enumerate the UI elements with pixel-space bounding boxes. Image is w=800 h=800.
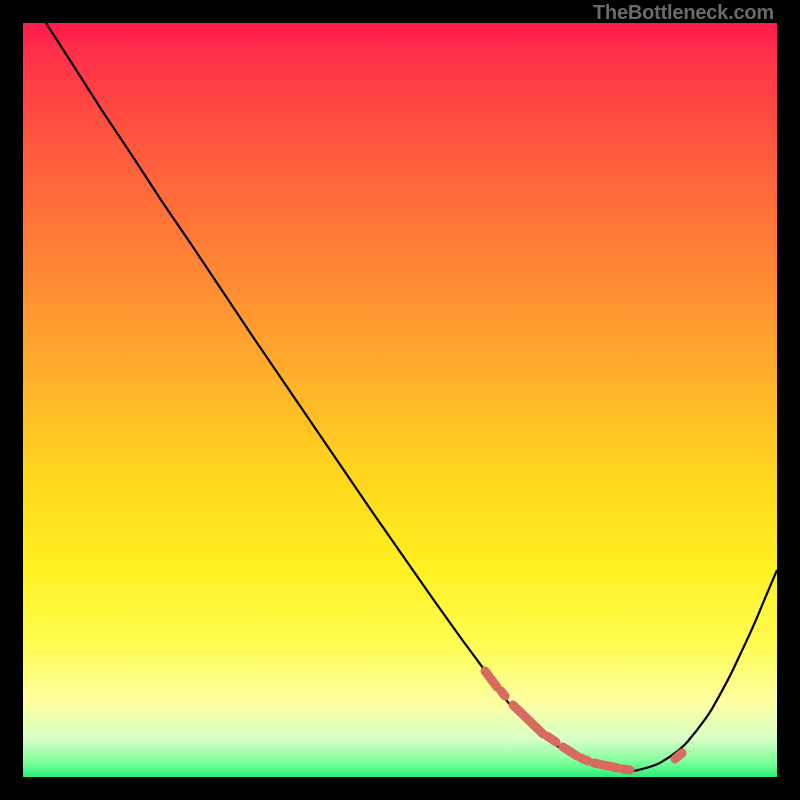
highlight-dashes (485, 671, 690, 770)
highlight-dash (594, 763, 618, 768)
highlight-dash (513, 705, 543, 734)
curve-overlay (23, 23, 777, 777)
plot-area (23, 23, 777, 777)
highlight-dash (501, 691, 505, 696)
highlight-dash (675, 753, 682, 759)
highlight-dash (563, 747, 577, 756)
highlight-dash (547, 736, 556, 742)
highlight-dash (581, 758, 588, 761)
highlight-dash (623, 769, 630, 770)
attribution-text: TheBottleneck.com (593, 2, 774, 25)
bottleneck-curve (46, 23, 777, 771)
highlight-dash (485, 671, 497, 687)
